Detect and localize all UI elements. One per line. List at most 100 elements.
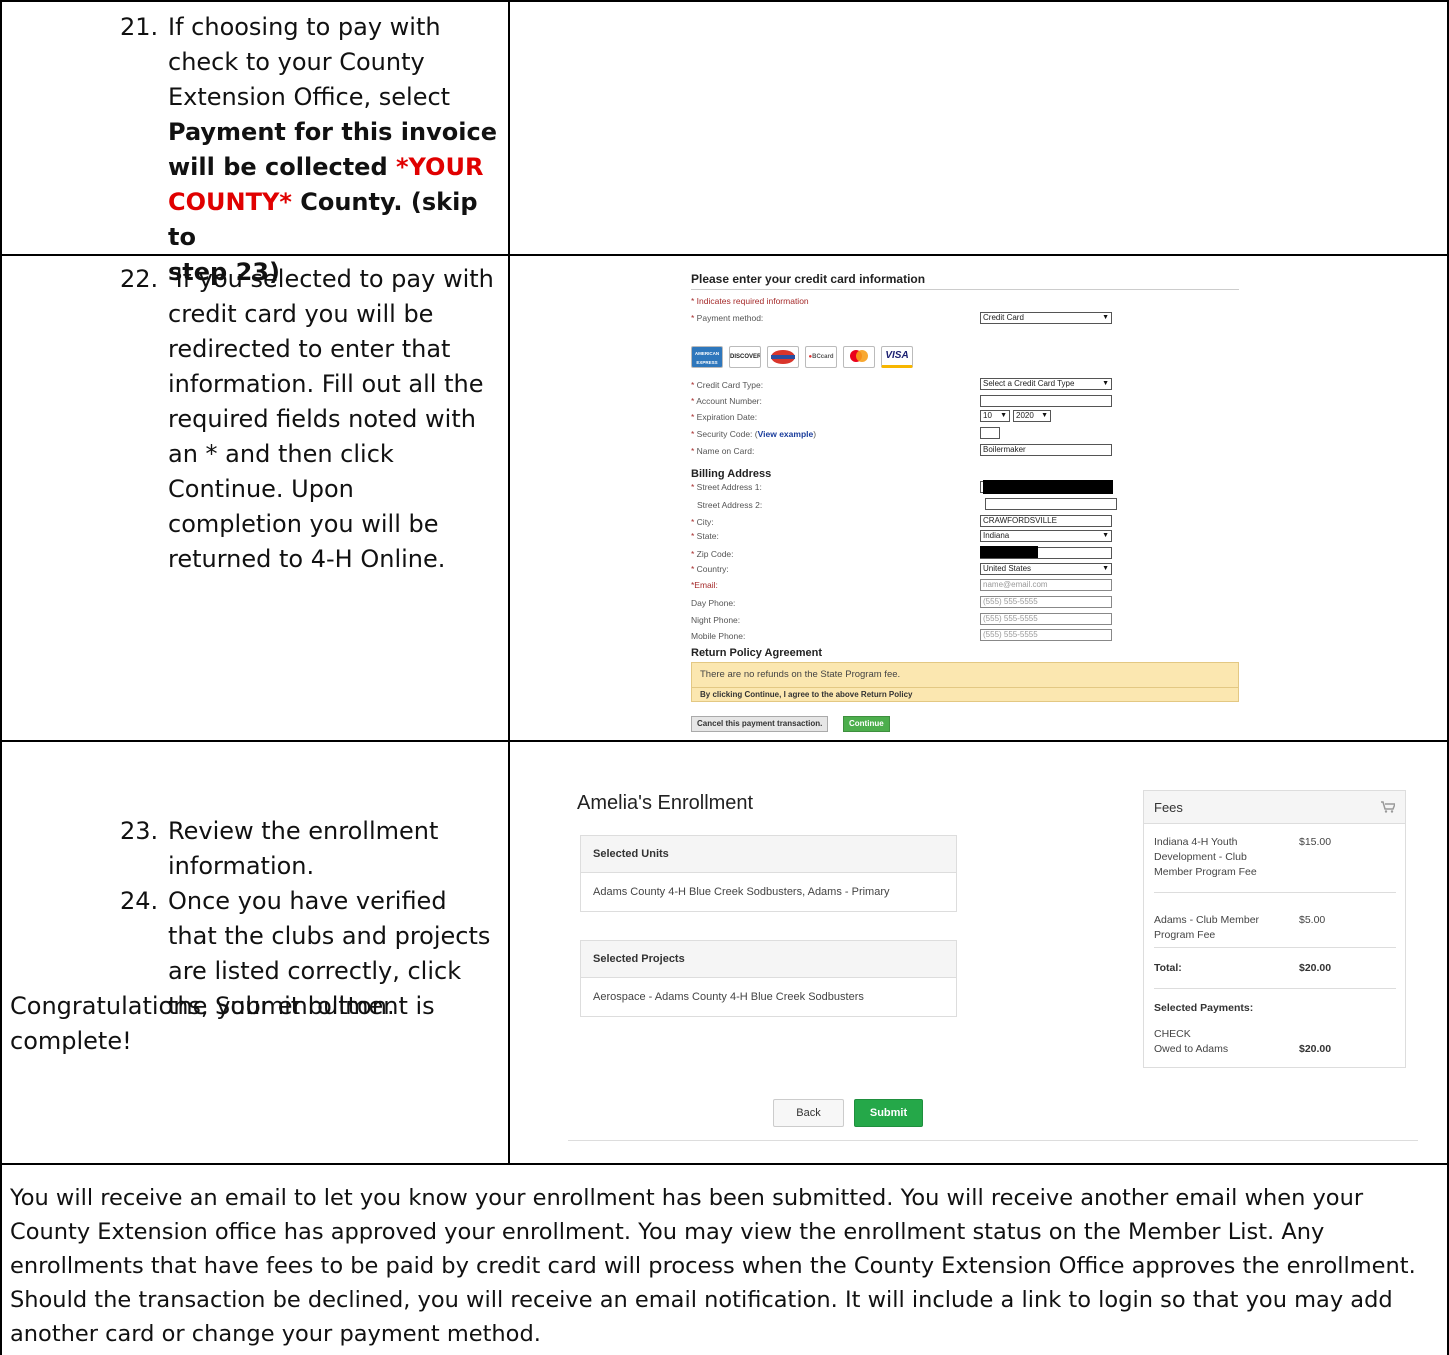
redaction-bar — [983, 480, 1113, 494]
step-22-line-7: Continue. Upon — [168, 475, 354, 503]
exp-year-select[interactable]: 2020 — [1013, 410, 1051, 422]
step-22-line-8: completion you will be — [168, 510, 439, 538]
mastercard-icon — [843, 346, 875, 368]
account-number-label: * Account Number: — [691, 396, 762, 406]
cc-form-divider — [691, 289, 1239, 290]
your-county-placeholder-2: COUNTY* — [168, 188, 292, 216]
table-border-top — [0, 0, 1449, 2]
step-24-line-2: that the clubs and projects — [168, 922, 491, 950]
step-21: 21. If choosing to pay with check to you… — [120, 10, 500, 286]
footer-paragraph: You will receive an email to let you kno… — [10, 1185, 1416, 1347]
exp-month-select[interactable]: 10 — [980, 410, 1010, 422]
selected-payment: CHECK Owed to Adams $20.00 — [1154, 1028, 1332, 1055]
enrollment-bottom-rule — [568, 1140, 1418, 1141]
name-on-card-label: * Name on Card: — [691, 446, 755, 456]
cc-form-title: Please enter your credit card informatio… — [691, 272, 926, 286]
table-row-divider-2 — [0, 740, 1449, 742]
name-on-card-input[interactable]: Boilermaker — [980, 444, 1112, 456]
step-22-line-4: information. Fill out all the — [168, 370, 484, 398]
night-phone-label: Night Phone: — [691, 615, 741, 625]
country-label: * Country: — [691, 564, 729, 574]
step-23-number: 23. — [120, 817, 159, 845]
night-phone-input[interactable]: (555) 555-5555 — [980, 613, 1112, 625]
return-policy-heading: Return Policy Agreement — [691, 647, 823, 659]
step-22-line-2: credit card you will be — [168, 300, 434, 328]
step-24-number: 24. — [120, 887, 159, 915]
congrats-line-1: Congratulations, your enrollment is — [10, 992, 435, 1020]
mastercard-old-icon — [767, 346, 799, 368]
selected-units-panel: Selected Units Adams County 4-H Blue Cre… — [580, 835, 957, 912]
security-code-input[interactable] — [980, 427, 1000, 439]
card-type-select[interactable]: Select a Credit Card Type — [980, 378, 1112, 390]
table-border-left — [0, 0, 2, 1355]
payment-method-label: * Payment method: — [691, 313, 764, 323]
step-23-line-2: information. — [168, 852, 315, 880]
fee-item-state: Indiana 4-H Youth Development - Club Mem… — [1154, 836, 1332, 878]
table-row-divider-3 — [0, 1163, 1449, 1165]
view-example-link[interactable]: View example — [758, 429, 814, 439]
street1-label: * Street Address 1: — [691, 482, 762, 492]
step-21-bold-1: Payment for this invoice — [168, 118, 497, 146]
payment-method-select[interactable]: Credit Card — [980, 312, 1112, 324]
fees-heading: Fees — [1144, 791, 1405, 824]
step-21-line-3: Extension Office, select — [168, 83, 451, 111]
redaction-bar — [980, 546, 1038, 558]
state-select[interactable]: Indiana — [980, 530, 1112, 542]
selected-unit: Adams County 4-H Blue Creek Sodbusters, … — [593, 886, 890, 898]
mobile-phone-input[interactable]: (555) 555-5555 — [980, 629, 1112, 641]
fees-divider — [1154, 892, 1396, 893]
policy-agreement: By clicking Continue, I agree to the abo… — [692, 687, 1238, 701]
day-phone-label: Day Phone: — [691, 598, 736, 608]
selected-payments-label: Selected Payments: — [1154, 1002, 1254, 1014]
enrollment-review: Amelia's Enrollment Selected Units Adams… — [565, 780, 1420, 1141]
fee-amount: $5.00 — [1299, 914, 1326, 926]
country-select[interactable]: United States — [980, 563, 1112, 575]
billing-address-heading: Billing Address — [691, 468, 772, 480]
cart-icon — [1381, 801, 1395, 813]
step-22-line-1: If you selected to pay with — [168, 265, 494, 293]
visa-icon: VISA — [881, 346, 913, 368]
step-22-number: 22. — [120, 265, 159, 293]
state-label: * State: — [691, 531, 719, 541]
city-input[interactable]: CRAWFORDSVILLE — [980, 515, 1112, 527]
step-21-line-1: If choosing to pay with — [168, 13, 441, 41]
bccard-icon: ●BCcard — [805, 346, 837, 368]
congratulations-text: Congratulations, your enrollment is comp… — [10, 989, 500, 1059]
back-button[interactable]: Back — [773, 1099, 844, 1127]
step-21-number: 21. — [120, 13, 159, 41]
selected-projects-heading: Selected Projects — [581, 941, 956, 978]
card-type-label: * Credit Card Type: — [691, 380, 764, 390]
return-policy-box: There are no refunds on the State Progra… — [691, 662, 1239, 702]
expiration-label: * Expiration Date: — [691, 412, 758, 422]
account-number-input[interactable] — [980, 395, 1112, 407]
step-22-line-3: redirected to enter that — [168, 335, 451, 363]
enrollment-title: Amelia's Enrollment — [577, 792, 754, 814]
continue-button[interactable]: Continue — [843, 716, 890, 732]
security-code-label: * Security Code: (View example) — [691, 429, 817, 439]
congrats-line-2: complete! — [10, 1027, 132, 1055]
step-24-line-1: Once you have verified — [168, 887, 447, 915]
selected-units-heading: Selected Units — [581, 836, 956, 873]
selected-project: Aerospace - Adams County 4-H Blue Creek … — [593, 991, 864, 1003]
document-page: 21. If choosing to pay with check to you… — [0, 0, 1449, 1355]
fee-amount: $15.00 — [1299, 836, 1332, 848]
step-22: 22. If you selected to pay with credit c… — [120, 262, 500, 582]
amex-icon: AMERICAN EXPRESS — [691, 346, 723, 368]
email-input[interactable]: name@email.com — [980, 579, 1112, 591]
fee-item-county: Adams - Club Member Program Fee $5.00 — [1154, 914, 1326, 941]
step-24-line-3: are listed correctly, click — [168, 957, 462, 985]
your-county-placeholder-1: *YOUR — [395, 153, 484, 181]
step-22-line-5: required fields noted with — [168, 405, 476, 433]
street2-input[interactable] — [985, 498, 1117, 510]
zip-label: * Zip Code: — [691, 549, 734, 559]
credit-card-form: Please enter your credit card informatio… — [683, 266, 1249, 740]
fees-divider — [1154, 947, 1396, 948]
email-label: *Email: — [691, 580, 718, 590]
cancel-payment-button[interactable]: Cancel this payment transaction. — [691, 716, 829, 732]
selected-projects-panel: Selected Projects Aerospace - Adams Coun… — [580, 940, 957, 1017]
step-23-line-1: Review the enrollment — [168, 817, 439, 845]
submit-button[interactable]: Submit — [854, 1099, 923, 1127]
city-label: * City: — [691, 517, 714, 527]
day-phone-input[interactable]: (555) 555-5555 — [980, 596, 1112, 608]
step-22-line-9: returned to 4-H Online. — [168, 545, 446, 573]
